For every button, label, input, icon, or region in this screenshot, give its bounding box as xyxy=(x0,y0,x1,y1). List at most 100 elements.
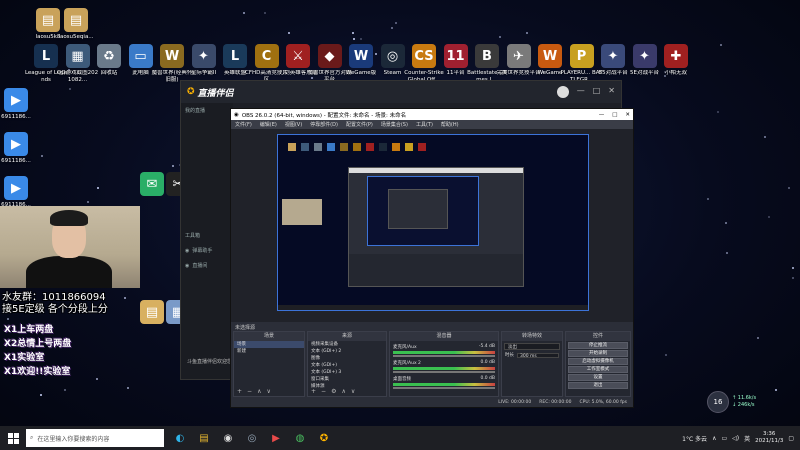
close-icon[interactable]: ✕ xyxy=(608,86,615,98)
assistant-titlebar[interactable]: ✪ 直播伴侣 — □ ✕ xyxy=(181,81,621,103)
star xyxy=(791,266,794,269)
network-monitor-widget[interactable]: 16 ↑ 11.6k/s ↓ 246k/s xyxy=(707,391,756,413)
sources-header: 来源 xyxy=(308,332,386,341)
remove-scene-icon[interactable]: − xyxy=(247,388,252,395)
live-icon[interactable]: ▶ xyxy=(266,428,286,448)
desktop-video-file[interactable]: ▶ 6911186... xyxy=(0,132,38,165)
edge-icon[interactable]: ◐ xyxy=(170,428,190,448)
image-icon: ▦ xyxy=(65,44,90,68)
obs-preview-area xyxy=(231,129,633,322)
minimize-icon[interactable]: — xyxy=(577,86,585,98)
net-download: ↓ 246k/s xyxy=(732,402,755,408)
move-down-icon[interactable]: ∨ xyxy=(351,388,355,395)
volume-slider[interactable] xyxy=(393,387,495,389)
move-up-icon[interactable]: ∧ xyxy=(341,388,345,395)
sidebar-item-room[interactable]: ◉ 直播间 xyxy=(181,258,233,273)
clock[interactable]: 3:36 2021/11/3 xyxy=(755,431,783,445)
move-up-icon[interactable]: ∧ xyxy=(257,388,261,395)
obs-menubar: 文件(F) 编辑(E) 视图(V) 停靠部件(D) 配置文件(P) 场景集合(S) 工具(T… xyxy=(231,120,633,129)
maximize-icon[interactable]: □ xyxy=(593,86,601,98)
file-explorer-icon[interactable]: ▤ xyxy=(194,428,214,448)
control-button[interactable]: 退出 xyxy=(568,382,628,389)
system-tray: 1°C 多云 ∧ ▭ ◁) 英 3:36 2021/11/3 ▢ xyxy=(682,426,794,450)
star xyxy=(243,12,246,15)
desktop-video-file[interactable]: ▶ 6911186... xyxy=(0,88,38,121)
obs-icon[interactable]: ◉ xyxy=(218,428,238,448)
star xyxy=(352,31,355,34)
control-button[interactable]: 启动虚拟摄像机 xyxy=(568,358,628,365)
menu-item[interactable]: 编辑(E) xyxy=(260,121,277,128)
obs-window[interactable]: ◉ OBS 26.0.2 (64-bit, windows) - 配置文件: 未… xyxy=(230,108,634,408)
source-item[interactable]: 图像 xyxy=(308,355,386,362)
menu-item[interactable]: 文件(F) xyxy=(235,121,252,128)
volume-slider[interactable] xyxy=(393,355,495,357)
network-icon[interactable]: ▭ xyxy=(721,435,727,442)
scene-item[interactable]: 场景 xyxy=(234,341,304,348)
close-icon[interactable]: ✕ xyxy=(625,112,630,118)
start-button[interactable] xyxy=(0,426,26,450)
assistant-left-panel: 我的直播 工具箱 ◉ 弹幕助手 ◉ 直播间 xyxy=(181,103,233,379)
source-item[interactable]: 文本 (GDI+) 3 xyxy=(308,369,386,376)
sidebar-item-my-live[interactable]: 我的直播 xyxy=(181,103,233,118)
menu-item[interactable]: 场景集合(S) xyxy=(381,121,408,128)
search-placeholder: 在这里输入你要搜索的内容 xyxy=(37,435,110,443)
desktop-shortcut[interactable]: ✚ 小帕无双 xyxy=(654,44,698,77)
avatar[interactable] xyxy=(556,86,569,98)
promo-text: 接5E定级 各个分段上分 xyxy=(2,304,108,315)
settings-icon[interactable]: ⚙ xyxy=(331,388,336,395)
sidebar-item-danmu[interactable]: ◉ 弹幕助手 xyxy=(181,243,233,258)
webcam-overlay xyxy=(0,206,140,288)
menu-item[interactable]: 配置文件(P) xyxy=(346,121,373,128)
star xyxy=(764,136,767,139)
taskbar-search[interactable]: ⌕ 在这里输入你要搜索的内容 xyxy=(26,429,164,447)
lol-icon: L xyxy=(34,44,58,68)
star xyxy=(63,389,66,392)
scenes-header: 场景 xyxy=(234,332,304,341)
notification-icon[interactable]: ▢ xyxy=(788,435,794,442)
menu-item[interactable]: 视图(V) xyxy=(285,121,302,128)
control-button[interactable]: 开始录制 xyxy=(568,350,628,357)
chrome-icon[interactable]: ◍ xyxy=(290,428,310,448)
move-down-icon[interactable]: ∨ xyxy=(266,388,270,395)
control-button[interactable]: 工作室模式 xyxy=(568,366,628,373)
assistant-icon[interactable]: ✪ xyxy=(314,428,334,448)
menu-item[interactable]: 帮助(H) xyxy=(441,121,459,128)
game-icon: ✦ xyxy=(601,44,625,68)
game-icon: ⚔ xyxy=(286,44,310,68)
steam-icon[interactable]: ◎ xyxy=(242,428,262,448)
add-source-icon[interactable]: + xyxy=(311,388,316,395)
wegame-icon: W xyxy=(538,44,562,68)
video-icon: ▶ xyxy=(4,176,28,200)
menu-item[interactable]: 停靠部件(D) xyxy=(310,121,338,128)
obs-preview-canvas[interactable] xyxy=(277,134,589,311)
control-button[interactable]: 停止推流 xyxy=(568,342,628,349)
desktop-shortcut[interactable]: ▤ laosu5eqia... xyxy=(54,8,98,41)
menu-item[interactable]: 工具(T) xyxy=(416,121,433,128)
star xyxy=(767,216,770,219)
duration-input[interactable]: 300 ms xyxy=(517,353,559,359)
game-icon: ◆ xyxy=(317,44,342,68)
maximize-icon[interactable]: □ xyxy=(612,112,617,118)
sidebar-item-toolbox[interactable]: 工具箱 xyxy=(181,228,233,243)
ime-indicator[interactable]: 英 xyxy=(744,434,750,443)
desktop-video-file[interactable]: ▶ 6911186... xyxy=(0,176,38,209)
scene-item[interactable]: 新建 xyxy=(234,348,304,355)
add-scene-icon[interactable]: + xyxy=(237,388,242,395)
minimize-icon[interactable]: — xyxy=(599,112,605,118)
mixer-channel-name: 桌面音频 xyxy=(393,377,411,382)
source-item[interactable]: 窗口采集 xyxy=(308,376,386,383)
source-item[interactable]: 文本 (GDI+) 2 xyxy=(308,348,386,355)
control-button[interactable]: 设置 xyxy=(568,374,628,381)
weather-text[interactable]: 1°C 多云 xyxy=(682,434,707,443)
preview-nested-obs xyxy=(348,167,524,287)
source-item[interactable]: 文本 (GDI+) xyxy=(308,362,386,369)
volume-icon[interactable]: ◁) xyxy=(732,435,739,442)
remove-source-icon[interactable]: − xyxy=(321,388,326,395)
transition-select[interactable]: 淡出 xyxy=(504,343,560,350)
chat-message: X2总情上号两盘 xyxy=(4,339,72,349)
star xyxy=(499,36,502,39)
source-item[interactable]: 视频采集设备 xyxy=(308,341,386,348)
obs-titlebar[interactable]: ◉ OBS 26.0.2 (64-bit, windows) - 配置文件: 未… xyxy=(231,109,633,120)
volume-slider[interactable] xyxy=(393,371,495,373)
chevron-up-icon[interactable]: ∧ xyxy=(712,435,716,442)
